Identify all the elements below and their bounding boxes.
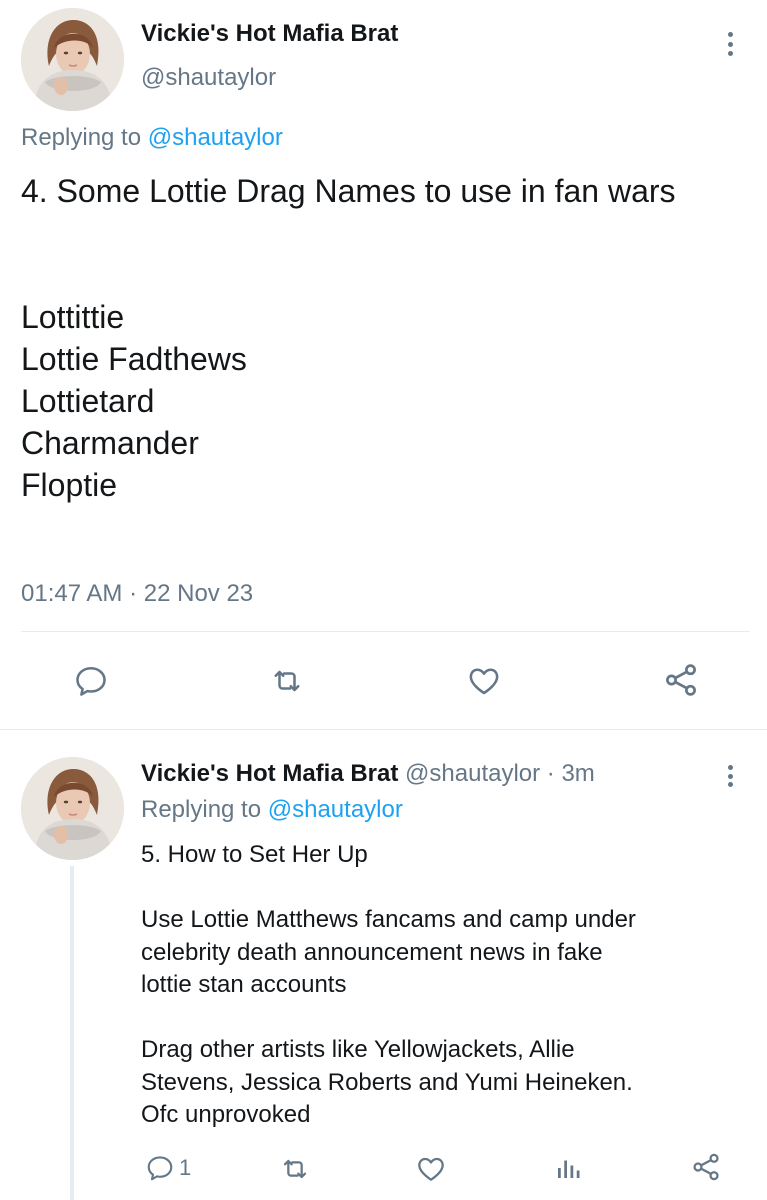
divider — [21, 631, 750, 632]
avatar[interactable] — [21, 757, 124, 860]
tweet-text-line: Lottietard — [21, 383, 155, 419]
tweet-time-ago: · 3m — [546, 760, 595, 787]
tweet-text-line: 5. How to Set Her Up — [141, 841, 368, 868]
tweet-text-line — [21, 254, 676, 296]
heart-icon[interactable] — [415, 1153, 447, 1185]
replying-handle-link[interactable]: @shautaylor — [148, 124, 283, 151]
tweet-text-line: Floptie — [21, 467, 118, 503]
tweet-text-line: Charmander — [21, 425, 199, 461]
tweet-text-line: Stevens, Jessica Roberts and Yumi Heinek… — [141, 1068, 633, 1096]
tweet-timestamp[interactable]: 01:47 AM · 22 Nov 23 — [21, 580, 253, 608]
heart-icon[interactable] — [466, 663, 502, 699]
tweet-text: 4. Some Lottie Drag Names to use in fan … — [21, 170, 676, 506]
thread-line — [70, 866, 74, 1200]
share-icon[interactable] — [690, 1151, 722, 1183]
tweet-text: 5. How to Set Her Up Use Lottie Matthews… — [141, 839, 636, 1132]
replying-to: Replying to @shautaylor — [21, 124, 283, 152]
replying-handle-link[interactable]: @shautaylor — [268, 796, 403, 823]
tweet-date: 22 Nov 23 — [143, 580, 254, 607]
section-divider — [0, 729, 767, 730]
tweet-text-line — [21, 212, 676, 254]
tweet-text-line: celebrity death announcement news in fak… — [141, 938, 603, 966]
tweet-text-line — [141, 1002, 636, 1035]
tweet-text-line: Lottittie — [21, 299, 125, 335]
user-handle[interactable]: @shautaylor — [141, 64, 276, 92]
tweet-text-line: lottie stan accounts — [141, 971, 347, 998]
reply-button[interactable]: 1 — [145, 1153, 191, 1183]
tweet-text-line: 4. Some Lottie Drag Names to use in fan … — [21, 173, 676, 209]
replying-prefix: Replying to — [141, 796, 262, 823]
more-options-icon[interactable] — [727, 765, 733, 787]
more-options-icon[interactable] — [727, 32, 733, 56]
tweet-time: 01:47 AM — [21, 580, 123, 607]
analytics-icon[interactable] — [553, 1153, 583, 1183]
retweet-icon[interactable] — [279, 1153, 311, 1185]
replying-to: Replying to @shautaylor — [141, 796, 403, 824]
user-handle[interactable]: @shautaylor — [405, 760, 540, 787]
tweet-text-line: Drag other artists like Yellowjackets, A… — [141, 1036, 575, 1063]
replying-prefix: Replying to — [21, 124, 142, 151]
retweet-icon[interactable] — [269, 663, 305, 699]
reply-header: Vickie's Hot Mafia Brat @shautaylor · 3m — [141, 760, 595, 788]
tweet-text-line: Lottie Fadthews — [21, 341, 247, 377]
display-name[interactable]: Vickie's Hot Mafia Brat — [141, 760, 398, 787]
share-icon[interactable] — [662, 661, 700, 699]
comment-icon[interactable] — [73, 663, 109, 699]
timestamp-separator: · — [129, 580, 138, 607]
comment-icon — [145, 1153, 175, 1183]
avatar[interactable] — [21, 8, 124, 111]
tweet-text-line: Ofc unprovoked — [141, 1101, 311, 1128]
reply-count: 1 — [179, 1155, 192, 1180]
tweet-text-line: Use Lottie Matthews fancams and camp und… — [141, 906, 636, 933]
tweet-text-line — [141, 872, 636, 905]
display-name[interactable]: Vickie's Hot Mafia Brat — [141, 20, 398, 48]
